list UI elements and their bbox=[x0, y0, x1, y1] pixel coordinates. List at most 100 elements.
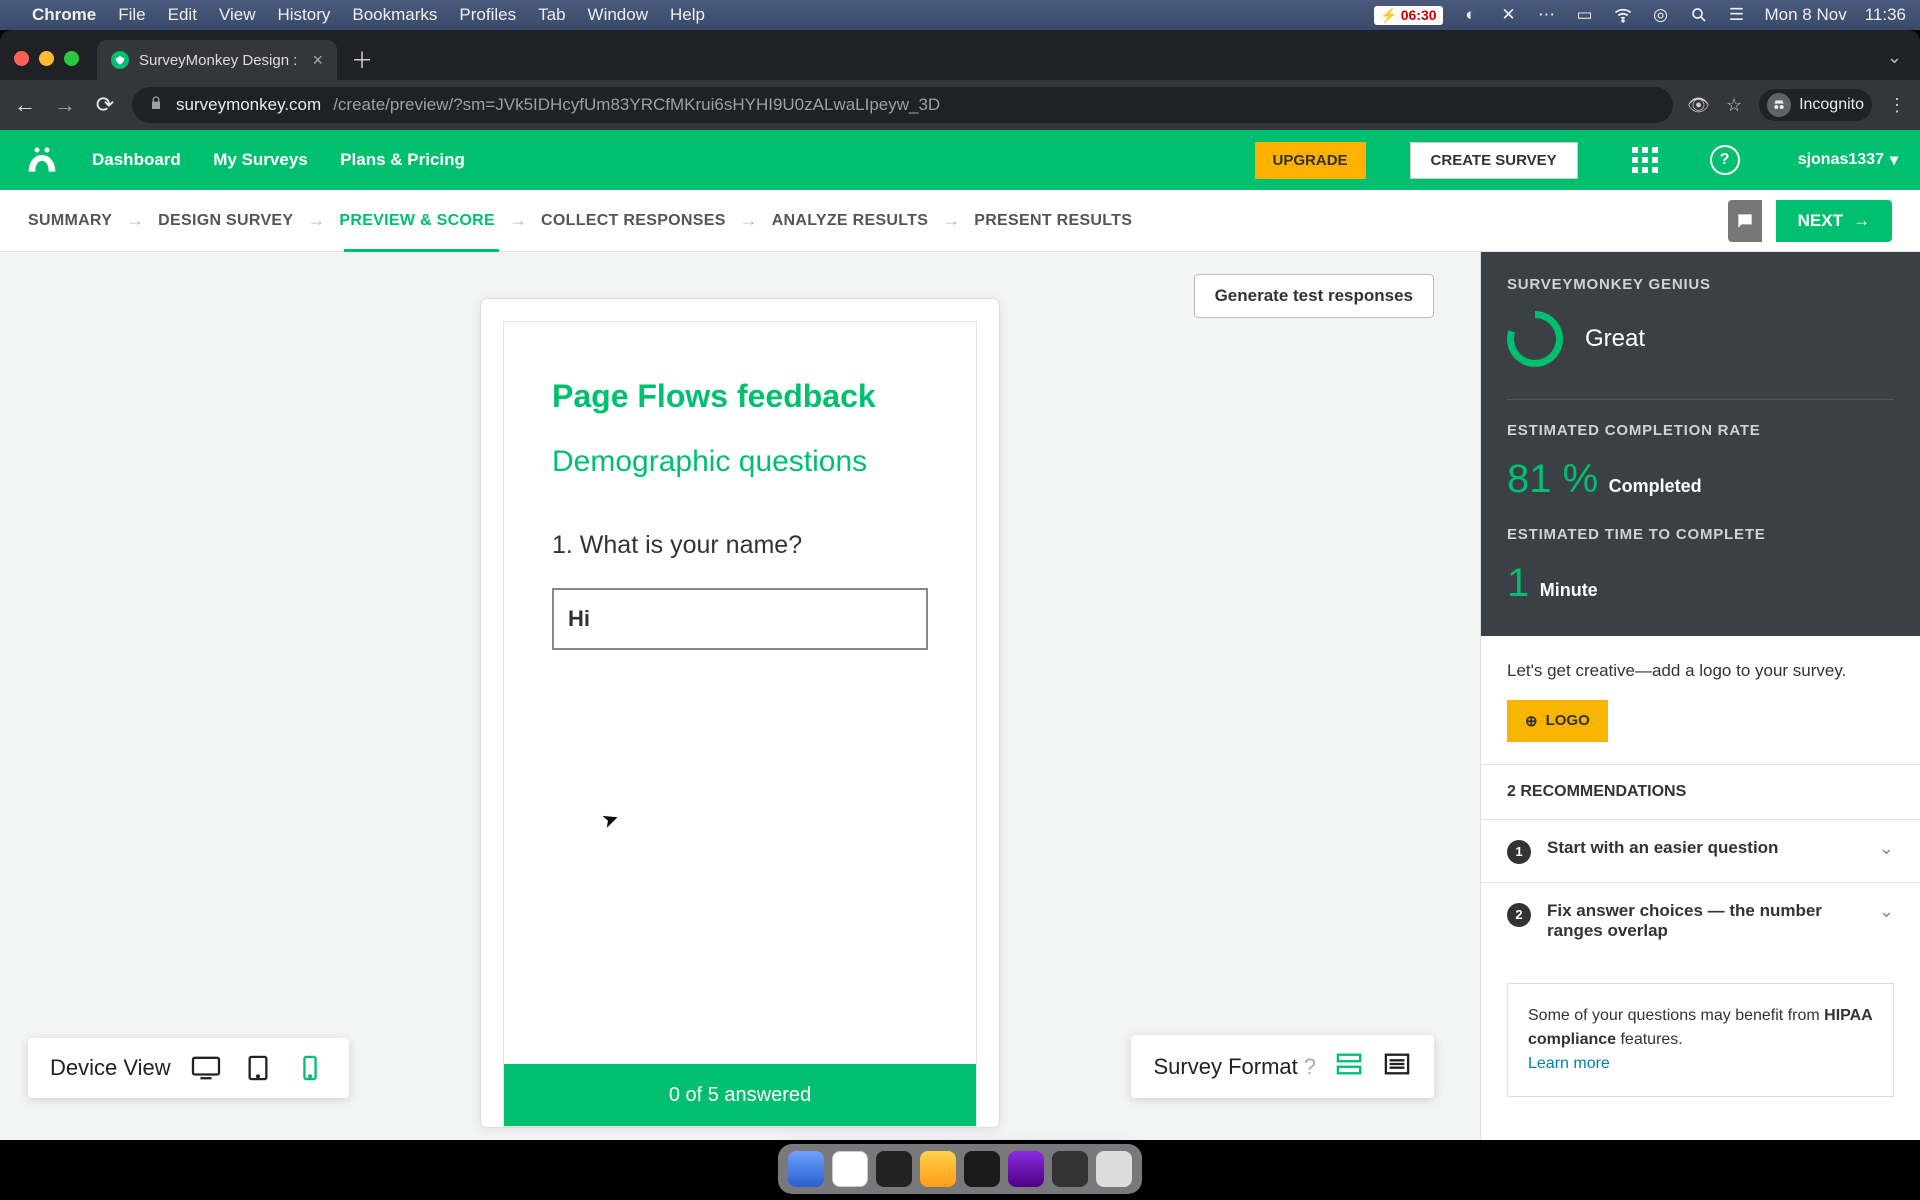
tip-text: Let's get creative—add a logo to your su… bbox=[1507, 658, 1894, 684]
status-icon-4[interactable]: ▭ bbox=[1575, 5, 1595, 25]
back-button[interactable]: ← bbox=[12, 92, 38, 118]
menu-help[interactable]: Help bbox=[670, 5, 705, 25]
status-icon-3[interactable]: ⋯ bbox=[1537, 5, 1557, 25]
step-summary[interactable]: SUMMARY bbox=[28, 212, 112, 230]
nav-dashboard[interactable]: Dashboard bbox=[92, 150, 181, 169]
step-analyze[interactable]: ANALYZE RESULTS bbox=[772, 212, 929, 230]
macos-dock bbox=[778, 1144, 1142, 1194]
apps-grid-icon[interactable] bbox=[1632, 147, 1658, 173]
menu-file[interactable]: File bbox=[118, 5, 145, 25]
step-preview[interactable]: PREVIEW & SCORE bbox=[339, 212, 495, 230]
help-icon[interactable]: ? bbox=[1710, 145, 1740, 175]
time-to-complete-label: ESTIMATED TIME TO COMPLETE bbox=[1507, 526, 1894, 543]
create-survey-button[interactable]: CREATE SURVEY bbox=[1410, 142, 1578, 179]
recommendation-item[interactable]: 2 Fix answer choices — the number ranges… bbox=[1481, 882, 1920, 959]
menubar-time[interactable]: 11:36 bbox=[1865, 5, 1906, 25]
forward-button[interactable]: → bbox=[52, 92, 78, 118]
tab-strip: SurveyMonkey Design : × ＋ ⌄ bbox=[0, 30, 1920, 80]
genius-panel: SURVEYMONKEY GENIUS Great ESTIMATED COMP… bbox=[1480, 252, 1920, 1140]
step-collect[interactable]: COLLECT RESPONSES bbox=[541, 212, 726, 230]
dock-app-trash[interactable] bbox=[1096, 1151, 1132, 1187]
next-button[interactable]: NEXT → bbox=[1776, 200, 1892, 242]
surveymonkey-logo-icon[interactable] bbox=[22, 140, 62, 180]
question-label: 1. What is your name? bbox=[552, 531, 928, 560]
desktop-device-icon[interactable] bbox=[189, 1054, 223, 1082]
menu-bookmarks[interactable]: Bookmarks bbox=[352, 5, 437, 25]
new-tab-button[interactable]: ＋ bbox=[345, 42, 379, 76]
battery-indicator[interactable]: ⚡06:30 bbox=[1374, 6, 1442, 25]
dock-app-notes[interactable] bbox=[920, 1151, 956, 1187]
reco-number-badge: 2 bbox=[1507, 903, 1531, 927]
dock-app-finder[interactable] bbox=[788, 1151, 824, 1187]
browser-tab[interactable]: SurveyMonkey Design : × bbox=[97, 40, 337, 80]
eye-off-icon[interactable]: 👁 bbox=[1687, 95, 1709, 116]
step-sep-icon: → bbox=[509, 210, 527, 231]
wifi-icon[interactable] bbox=[1613, 5, 1633, 25]
status-icon-1[interactable]: ◐ bbox=[1461, 5, 1481, 25]
close-window-button[interactable] bbox=[14, 51, 29, 66]
reco-number-badge: 1 bbox=[1507, 840, 1531, 864]
dock-app-chrome[interactable] bbox=[832, 1151, 868, 1187]
one-question-format-icon[interactable] bbox=[1334, 1051, 1364, 1082]
zoom-window-button[interactable] bbox=[64, 51, 79, 66]
logo-button-label: LOGO bbox=[1546, 712, 1590, 729]
dock-app-generic3[interactable] bbox=[1052, 1151, 1088, 1187]
menu-tab[interactable]: Tab bbox=[538, 5, 565, 25]
score-ring-icon bbox=[1507, 311, 1563, 367]
user-menu[interactable]: sjonas1337 ▾ bbox=[1798, 150, 1898, 170]
lock-icon bbox=[148, 95, 164, 116]
hipaa-callout: Some of your questions may benefit from … bbox=[1507, 983, 1894, 1097]
nav-plans[interactable]: Plans & Pricing bbox=[340, 150, 465, 169]
hipaa-learn-more-link[interactable]: Learn more bbox=[1528, 1055, 1610, 1072]
upgrade-button[interactable]: UPGRADE bbox=[1255, 142, 1366, 179]
status-icon-2[interactable]: ✕ bbox=[1499, 5, 1519, 25]
address-bar: ← → ⟳ surveymonkey.com/create/preview/?s… bbox=[0, 80, 1920, 130]
answer-input[interactable] bbox=[552, 588, 928, 650]
step-design[interactable]: DESIGN SURVEY bbox=[158, 212, 293, 230]
status-icon-5[interactable]: ◎ bbox=[1651, 5, 1671, 25]
survey-preview: Page Flows feedback Demographic question… bbox=[503, 321, 977, 1127]
tab-close-icon[interactable]: × bbox=[312, 50, 323, 71]
section-title: Demographic questions bbox=[552, 445, 928, 479]
recommendation-item[interactable]: 1 Start with an easier question ⌄ bbox=[1481, 819, 1920, 882]
menubar-app[interactable]: Chrome bbox=[32, 5, 96, 25]
step-sep-icon: → bbox=[307, 210, 325, 231]
menu-window[interactable]: Window bbox=[588, 5, 648, 25]
tab-overflow-icon[interactable]: ⌄ bbox=[1887, 47, 1902, 68]
menu-view[interactable]: View bbox=[219, 5, 256, 25]
control-center-icon[interactable]: ☰ bbox=[1727, 5, 1747, 25]
menu-history[interactable]: History bbox=[277, 5, 330, 25]
chrome-menu-icon[interactable]: ⋮ bbox=[1886, 95, 1908, 116]
incognito-label: Incognito bbox=[1799, 96, 1864, 114]
next-label: NEXT bbox=[1798, 211, 1843, 231]
menu-profiles[interactable]: Profiles bbox=[459, 5, 516, 25]
site-nav: Dashboard My Surveys Plans & Pricing bbox=[92, 150, 493, 170]
classic-format-icon[interactable] bbox=[1382, 1051, 1412, 1082]
time-to-complete-unit: Minute bbox=[1540, 580, 1598, 600]
browser-window: SurveyMonkey Design : × ＋ ⌄ ← → ⟳ survey… bbox=[0, 30, 1920, 1140]
menubar-date[interactable]: Mon 8 Nov bbox=[1765, 5, 1847, 25]
workspace: Generate test responses Page Flows feedb… bbox=[0, 252, 1920, 1140]
survey-format-switcher: Survey Format ? bbox=[1131, 1035, 1434, 1098]
nav-my-surveys[interactable]: My Surveys bbox=[213, 150, 308, 169]
tablet-device-icon[interactable] bbox=[241, 1054, 275, 1082]
url-host: surveymonkey.com bbox=[176, 95, 321, 115]
generate-test-responses-button[interactable]: Generate test responses bbox=[1194, 274, 1434, 318]
incognito-badge[interactable]: Incognito bbox=[1759, 89, 1872, 121]
comments-button[interactable] bbox=[1728, 200, 1762, 242]
dock-app-generic2[interactable] bbox=[1008, 1151, 1044, 1187]
step-present[interactable]: PRESENT RESULTS bbox=[974, 212, 1132, 230]
genius-summary: SURVEYMONKEY GENIUS Great ESTIMATED COMP… bbox=[1481, 252, 1920, 636]
dock-app-generic1[interactable] bbox=[964, 1151, 1000, 1187]
menu-edit[interactable]: Edit bbox=[168, 5, 197, 25]
bookmark-star-icon[interactable]: ☆ bbox=[1723, 95, 1745, 116]
omnibox[interactable]: surveymonkey.com/create/preview/?sm=JVk5… bbox=[132, 87, 1673, 123]
minimize-window-button[interactable] bbox=[39, 51, 54, 66]
help-hint-icon[interactable]: ? bbox=[1304, 1054, 1316, 1080]
add-logo-button[interactable]: ⊕ LOGO bbox=[1507, 700, 1608, 742]
phone-device-icon[interactable] bbox=[293, 1054, 327, 1082]
reload-button[interactable]: ⟳ bbox=[92, 92, 118, 118]
spotlight-icon[interactable] bbox=[1689, 5, 1709, 25]
url-path: /create/preview/?sm=JVk5IDHcyfUm83YRCfMK… bbox=[333, 95, 940, 115]
dock-app-terminal[interactable] bbox=[876, 1151, 912, 1187]
